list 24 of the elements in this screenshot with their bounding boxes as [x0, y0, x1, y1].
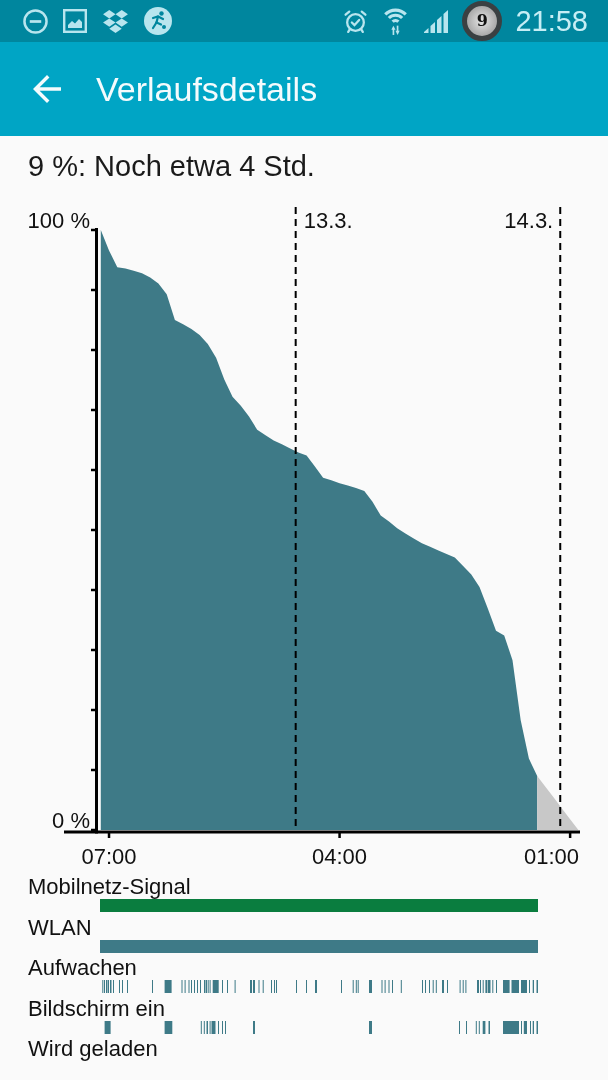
track-label: Aufwachen: [28, 956, 137, 980]
date-label: 14.3.: [504, 208, 554, 233]
time-label: 01:00: [523, 844, 579, 869]
battery-summary: 9 %: Noch etwa 4 Std.: [28, 149, 315, 183]
clock-time: 21:58: [515, 6, 588, 36]
date-label: 13.3.: [303, 208, 353, 233]
ring-badge: 9: [462, 1, 503, 41]
arrow-left-icon: [33, 75, 61, 103]
axis-label: 0 %: [52, 808, 90, 833]
track-label: Mobilnetz-Signal: [28, 875, 191, 899]
forecast-area: [537, 776, 579, 830]
minus-circle-icon: [23, 8, 48, 34]
boxes-icon: [102, 8, 129, 34]
kicking-figure-icon: [144, 7, 172, 35]
picture-icon: [63, 9, 87, 33]
screen-title: Verlaufsdetails: [96, 69, 318, 109]
alarm-clock-icon: [343, 8, 369, 34]
signal-bars-icon: [423, 9, 450, 33]
axis-label: 100 %: [27, 208, 90, 233]
track-label: WLAN: [28, 915, 92, 940]
time-label: 07:00: [81, 844, 137, 869]
time-label: 04:00: [312, 844, 368, 869]
track-label: Bildschirm ein: [28, 996, 165, 1021]
track-label: Wird geladen: [28, 1037, 158, 1061]
